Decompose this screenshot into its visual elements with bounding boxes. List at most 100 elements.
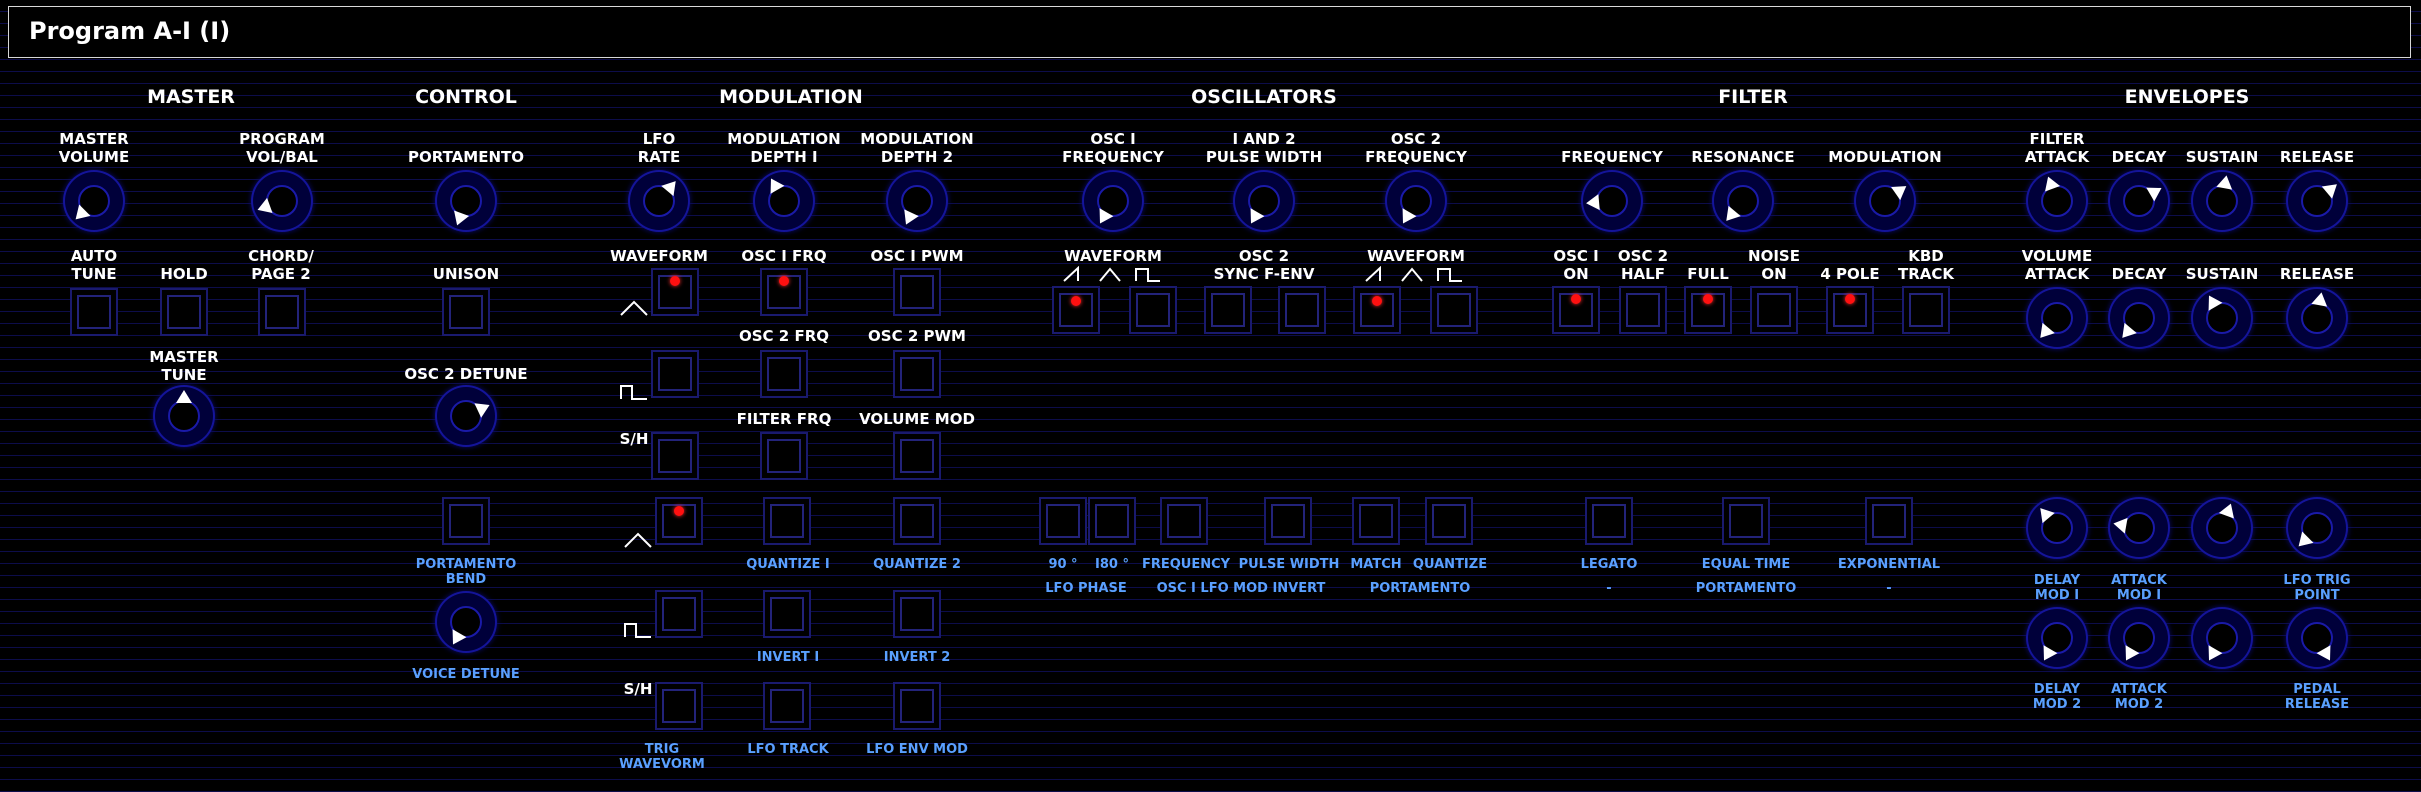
program-vol-bal-knob[interactable]: [253, 172, 311, 230]
invert2-button[interactable]: [893, 590, 941, 638]
portamento-match-button[interactable]: [1352, 497, 1400, 545]
auto-tune-label: AUTO TUNE: [70, 247, 118, 283]
osc2-frq-label: OSC 2 FRQ: [739, 327, 829, 345]
lfo-sh-button[interactable]: [651, 432, 699, 480]
quantize2-button[interactable]: [893, 497, 941, 545]
mod-depth2-label: MODULATION DEPTH 2: [860, 130, 974, 166]
master-tune-knob[interactable]: [155, 387, 213, 445]
master-volume-knob[interactable]: [65, 172, 123, 230]
section-filter: FILTER: [1718, 86, 1788, 108]
lfo-env-mod-button[interactable]: [893, 682, 941, 730]
square-wave-icon: [620, 384, 648, 400]
chord-page2-label: CHORD/ PAGE 2: [248, 247, 314, 283]
pedal-release-knob[interactable]: [2288, 609, 2346, 667]
volume-decay-knob[interactable]: [2110, 289, 2168, 347]
triangle-wave-icon: [620, 300, 648, 316]
portamento-knob[interactable]: [437, 172, 495, 230]
kbd-track-button[interactable]: [1902, 286, 1950, 334]
quantize-label: QUANTIZE: [1412, 557, 1488, 572]
volume-mod-label: VOLUME MOD: [859, 410, 975, 428]
lfo-phase-90-button[interactable]: [1039, 497, 1087, 545]
filter-sustain-knob[interactable]: [2193, 172, 2251, 230]
env-mod2-knob[interactable]: [2193, 609, 2251, 667]
mod-depth1-knob[interactable]: [755, 172, 813, 230]
osc2-half-button[interactable]: [1619, 286, 1667, 334]
quantize2-label: QUANTIZE 2: [873, 557, 961, 572]
osc2-pulse-button[interactable]: [1430, 286, 1478, 334]
pulse-width-knob[interactable]: [1235, 172, 1293, 230]
portamento-label: PORTAMENTO: [407, 148, 525, 166]
exponential-button[interactable]: [1865, 497, 1913, 545]
portamento-quantize-button[interactable]: [1425, 497, 1473, 545]
osc1-lfo-pw-invert-button[interactable]: [1264, 497, 1312, 545]
attack-mod2-knob[interactable]: [2110, 609, 2168, 667]
hold-button[interactable]: [160, 288, 208, 336]
voice-detune-knob[interactable]: [437, 593, 495, 651]
f-env-button[interactable]: [1278, 286, 1326, 334]
osc2-frq-button[interactable]: [760, 350, 808, 398]
phase-90-label: 90 °: [1048, 557, 1078, 572]
osc2-frequency-knob[interactable]: [1387, 172, 1445, 230]
osc2-pwm-button[interactable]: [893, 350, 941, 398]
trig-sh-button[interactable]: [655, 682, 703, 730]
filter-frq-button[interactable]: [760, 432, 808, 480]
delay-mod1-knob[interactable]: [2028, 499, 2086, 557]
osc1-waveform-icons: [1062, 266, 1162, 282]
sh2-label: S/H: [623, 680, 653, 698]
mod-depth2-knob[interactable]: [888, 172, 946, 230]
volume-sustain-knob[interactable]: [2193, 289, 2251, 347]
portamento-group-label: PORTAMENTO: [1369, 581, 1471, 596]
filter-sustain-label: SUSTAIN: [2185, 148, 2259, 166]
unison-button[interactable]: [442, 288, 490, 336]
unison-label: UNISON: [432, 265, 500, 283]
noise-on-button[interactable]: [1750, 286, 1798, 334]
osc2-saw-button[interactable]: [1353, 286, 1401, 334]
osc1-pwm-button[interactable]: [893, 268, 941, 316]
filter-release-label: RELEASE: [2279, 148, 2355, 166]
delay-mod2-knob[interactable]: [2028, 609, 2086, 667]
equal-time-button[interactable]: [1722, 497, 1770, 545]
waveform-label: WAVEFORM: [610, 247, 708, 265]
filter-resonance-knob[interactable]: [1714, 172, 1772, 230]
osc2-detune-knob[interactable]: [437, 387, 495, 445]
lfo-trig-point-knob[interactable]: [2288, 499, 2346, 557]
filter-frequency-knob[interactable]: [1583, 172, 1641, 230]
lfo-track-button[interactable]: [763, 682, 811, 730]
osc1-saw-button[interactable]: [1052, 286, 1100, 334]
trig-square-button[interactable]: [655, 590, 703, 638]
portamento-bend-button[interactable]: [442, 497, 490, 545]
pedal-release-label: PEDAL RELEASE: [2284, 682, 2350, 712]
trig-triangle-button[interactable]: [655, 497, 703, 545]
chord-page2-button[interactable]: [258, 288, 306, 336]
lfo-rate-knob[interactable]: [630, 172, 688, 230]
osc1-lfo-frequency-invert-button[interactable]: [1160, 497, 1208, 545]
osc2-half-label: OSC 2 HALF: [1617, 247, 1669, 283]
filter-resonance-label: RESONANCE: [1691, 148, 1795, 166]
lfo-track-label: LFO TRACK: [747, 742, 829, 757]
filter-modulation-knob[interactable]: [1856, 172, 1914, 230]
filter-decay-knob[interactable]: [2110, 172, 2168, 230]
auto-tune-button[interactable]: [70, 288, 118, 336]
filter-attack-knob[interactable]: [2028, 172, 2086, 230]
trig-waveform-label: TRIG WAVEVORM: [619, 742, 705, 772]
invert1-button[interactable]: [763, 590, 811, 638]
attack-mod1-knob[interactable]: [2110, 499, 2168, 557]
quantize1-button[interactable]: [763, 497, 811, 545]
volume-mod-button[interactable]: [893, 432, 941, 480]
filter-release-knob[interactable]: [2288, 172, 2346, 230]
invert2-label: INVERT 2: [883, 650, 951, 665]
volume-attack-knob[interactable]: [2028, 289, 2086, 347]
env-mod1-knob[interactable]: [2193, 499, 2251, 557]
legato-button[interactable]: [1585, 497, 1633, 545]
osc2-sync-button[interactable]: [1204, 286, 1252, 334]
pulse-width-label: I AND 2 PULSE WIDTH: [1205, 130, 1323, 166]
section-modulation: MODULATION: [719, 86, 863, 108]
volume-release-knob[interactable]: [2288, 289, 2346, 347]
match-label: MATCH: [1350, 557, 1402, 572]
osc1-frequency-knob[interactable]: [1084, 172, 1142, 230]
osc2-waveform-label: WAVEFORM: [1367, 247, 1465, 265]
osc1-pwm-label: OSC I PWM: [870, 247, 964, 265]
lfo-phase-180-button[interactable]: [1088, 497, 1136, 545]
osc1-pulse-button[interactable]: [1129, 286, 1177, 334]
lfo-square-button[interactable]: [651, 350, 699, 398]
